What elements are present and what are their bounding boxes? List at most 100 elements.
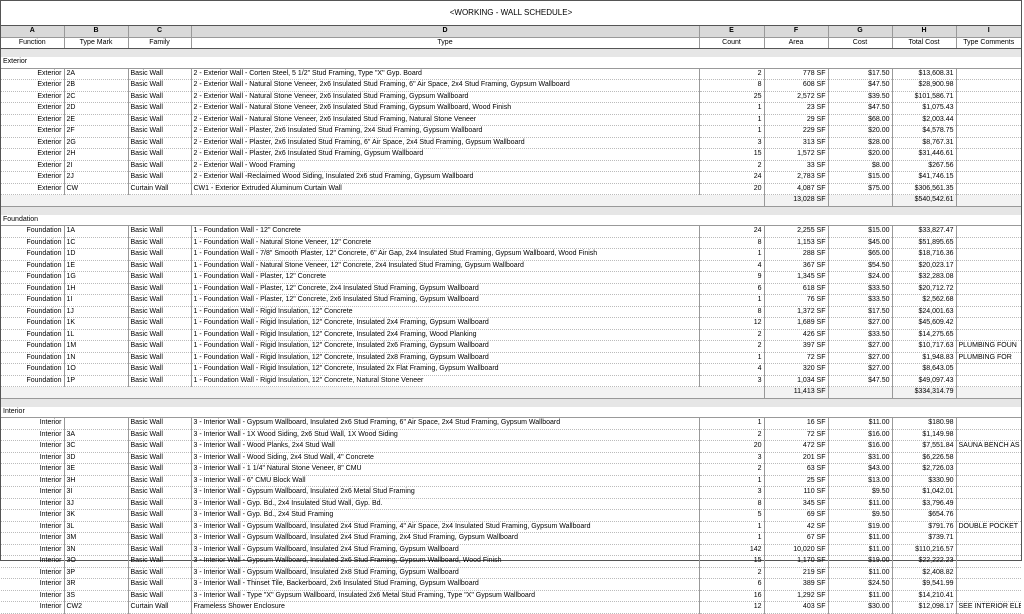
- group-header-row[interactable]: Foundation: [1, 214, 1021, 226]
- table-cell: $11.00: [828, 498, 893, 510]
- table-cell: [956, 486, 1021, 499]
- table-row[interactable]: Exterior 2C Basic Wall 2 - Exterior Wall - …: [1, 91, 1021, 103]
- table-cell: $1,149.98: [892, 429, 957, 441]
- total-blank: [828, 194, 893, 207]
- table-row[interactable]: Interior 3O Basic Wall 3 - Interior Wall - …: [1, 555, 1021, 568]
- column-letter: F: [764, 26, 829, 38]
- table-row[interactable]: Exterior 2B Basic Wall 2 - Exterior Wall - …: [1, 79, 1021, 92]
- table-row[interactable]: Interior 3A Basic Wall 3 - Interior Wall - …: [1, 429, 1021, 441]
- table-cell: 3 - Interior Wall - 1 1/4" Natural Stone…: [191, 463, 700, 476]
- table-row[interactable]: Exterior 2H Basic Wall 2 - Exterior Wall - …: [1, 148, 1021, 161]
- table-row[interactable]: Interior 3N Basic Wall 3 - Interior Wall - …: [1, 544, 1021, 556]
- table-row[interactable]: Foundation 1A Basic Wall 1 - Foundation Wal…: [1, 225, 1021, 238]
- table-cell: 6: [699, 283, 765, 295]
- table-cell: $31.00: [828, 452, 893, 464]
- column-header: Type: [191, 37, 700, 49]
- table-cell: $1,948.83: [892, 352, 957, 364]
- table-row[interactable]: Foundation 1N Basic Wall 1 - Foundation Wal…: [1, 352, 1021, 364]
- table-cell: $47.50: [828, 102, 893, 115]
- table-cell: $9.50: [828, 509, 893, 522]
- table-cell: Basic Wall: [128, 237, 192, 249]
- table-cell: 219 SF: [764, 567, 829, 579]
- table-row[interactable]: Foundation 1O Basic Wall 1 - Foundation Wal…: [1, 363, 1021, 376]
- table-row[interactable]: Interior 3D Basic Wall 3 - Interior Wall - …: [1, 452, 1021, 464]
- column-letter: E: [699, 26, 765, 38]
- table-cell: 12: [699, 317, 765, 330]
- table-cell: 72 SF: [764, 352, 829, 364]
- table-row[interactable]: Interior 3L Basic Wall 3 - Interior Wall - …: [1, 521, 1021, 533]
- group-header-row[interactable]: Interior: [1, 406, 1021, 418]
- group-total-row[interactable]: 13,028 SF $540,542.61: [1, 194, 1021, 207]
- table-cell: Basic Wall: [128, 225, 192, 238]
- table-row[interactable]: Interior 3M Basic Wall 3 - Interior Wall - …: [1, 532, 1021, 545]
- table-cell: 1,292 SF: [764, 590, 829, 602]
- table-row[interactable]: Interior Basic Wall 3 - Interior Wall - Gy…: [1, 417, 1021, 430]
- table-row[interactable]: Interior CW2 Curtain Wall Frameless Shower …: [1, 601, 1021, 614]
- table-cell: [956, 498, 1021, 510]
- table-cell: Exterior: [1, 160, 65, 172]
- table-cell: $15.00: [828, 225, 893, 238]
- table-row[interactable]: Exterior 2E Basic Wall 2 - Exterior Wall - …: [1, 114, 1021, 126]
- table-cell: 367 SF: [764, 260, 829, 272]
- table-row[interactable]: Interior 3K Basic Wall 3 - Interior Wall - …: [1, 509, 1021, 522]
- table-cell: 3: [699, 375, 765, 387]
- table-cell: 1 - Foundation Wall - Rigid Insulation, …: [191, 317, 700, 330]
- table-row[interactable]: Interior 3I Basic Wall 3 - Interior Wall - …: [1, 486, 1021, 499]
- group-spacer[interactable]: [1, 206, 1021, 215]
- table-cell: $11.00: [828, 544, 893, 556]
- table-cell: 4,087 SF: [764, 183, 829, 195]
- table-cell: $18,716.36: [892, 248, 957, 261]
- table-row[interactable]: Foundation 1P Basic Wall 1 - Foundation Wal…: [1, 375, 1021, 387]
- table-row[interactable]: Interior 3H Basic Wall 3 - Interior Wall - …: [1, 475, 1021, 487]
- table-row[interactable]: Foundation 1L Basic Wall 1 - Foundation Wal…: [1, 329, 1021, 341]
- table-row[interactable]: Exterior 2A Basic Wall 2 - Exterior Wall - …: [1, 68, 1021, 80]
- table-cell: $65.00: [828, 248, 893, 261]
- table-cell: 1 - Foundation Wall - 7/8" Smooth Plaste…: [191, 248, 700, 261]
- table-cell: 2D: [64, 102, 129, 115]
- table-row[interactable]: Foundation 1J Basic Wall 1 - Foundation Wal…: [1, 306, 1021, 318]
- table-cell: 1 - Foundation Wall - Natural Stone Vene…: [191, 237, 700, 249]
- table-row[interactable]: Interior 3E Basic Wall 3 - Interior Wall - …: [1, 463, 1021, 476]
- table-row[interactable]: Foundation 1I Basic Wall 1 - Foundation Wal…: [1, 294, 1021, 307]
- table-row[interactable]: Foundation 1H Basic Wall 1 - Foundation Wal…: [1, 283, 1021, 295]
- table-cell: 72 SF: [764, 429, 829, 441]
- group-spacer[interactable]: [1, 398, 1021, 407]
- table-cell: 1: [699, 352, 765, 364]
- table-cell: 3 - Interior Wall - Gypsum Wallboard, In…: [191, 486, 700, 499]
- header-row[interactable]: Function Type Mark Family Type Count Area Cost…: [1, 37, 1021, 49]
- table-cell: 1 - Foundation Wall - Natural Stone Vene…: [191, 260, 700, 272]
- group-header-row[interactable]: Exterior: [1, 57, 1021, 69]
- table-row[interactable]: Foundation 1E Basic Wall 1 - Foundation Wal…: [1, 260, 1021, 272]
- table-cell: 618 SF: [764, 283, 829, 295]
- table-row[interactable]: Interior 3R Basic Wall 3 - Interior Wall - …: [1, 578, 1021, 591]
- table-cell: 2: [699, 429, 765, 441]
- table-row[interactable]: Foundation 1G Basic Wall 1 - Foundation Wal…: [1, 271, 1021, 284]
- table-row[interactable]: Exterior CW Curtain Wall CW1 - Exterior Ext…: [1, 183, 1021, 195]
- table-cell: 23 SF: [764, 102, 829, 115]
- group-total-row[interactable]: 11,413 SF $334,314.79: [1, 386, 1021, 399]
- table-row[interactable]: Interior 3C Basic Wall 3 - Interior Wall - …: [1, 440, 1021, 453]
- table-row[interactable]: Exterior 2F Basic Wall 2 - Exterior Wall - …: [1, 125, 1021, 138]
- table-cell: $20,712.72: [892, 283, 957, 295]
- table-row[interactable]: Foundation 1D Basic Wall 1 - Foundation Wal…: [1, 248, 1021, 261]
- table-row[interactable]: Interior 3J Basic Wall 3 - Interior Wall - …: [1, 498, 1021, 510]
- table-cell: 2E: [64, 114, 129, 126]
- column-header: Type Comments: [956, 37, 1021, 49]
- spacer-cell: [1, 206, 1021, 215]
- table-row[interactable]: Exterior 2J Basic Wall 2 - Exterior Wall -R…: [1, 171, 1021, 184]
- table-cell: 1H: [64, 283, 129, 295]
- table-cell: Basic Wall: [128, 79, 192, 92]
- table-row[interactable]: Exterior 2I Basic Wall 2 - Exterior Wall - …: [1, 160, 1021, 172]
- table-row[interactable]: Foundation 1K Basic Wall 1 - Foundation Wal…: [1, 317, 1021, 330]
- table-cell: 1L: [64, 329, 129, 341]
- table-cell: $33.50: [828, 283, 893, 295]
- table-row[interactable]: Interior 3P Basic Wall 3 - Interior Wall - …: [1, 567, 1021, 579]
- table-row[interactable]: Exterior 2G Basic Wall 2 - Exterior Wall - …: [1, 137, 1021, 149]
- table-row[interactable]: Foundation 1C Basic Wall 1 - Foundation Wal…: [1, 237, 1021, 249]
- group-spacer[interactable]: [1, 48, 1021, 57]
- table-row[interactable]: Exterior 2D Basic Wall 2 - Exterior Wall - …: [1, 102, 1021, 115]
- table-row[interactable]: Interior 3S Basic Wall 3 - Interior Wall - …: [1, 590, 1021, 602]
- column-letter-row[interactable]: ABCDEFGHI: [1, 26, 1021, 38]
- table-cell: 1N: [64, 352, 129, 364]
- table-row[interactable]: Foundation 1M Basic Wall 1 - Foundation Wal…: [1, 340, 1021, 353]
